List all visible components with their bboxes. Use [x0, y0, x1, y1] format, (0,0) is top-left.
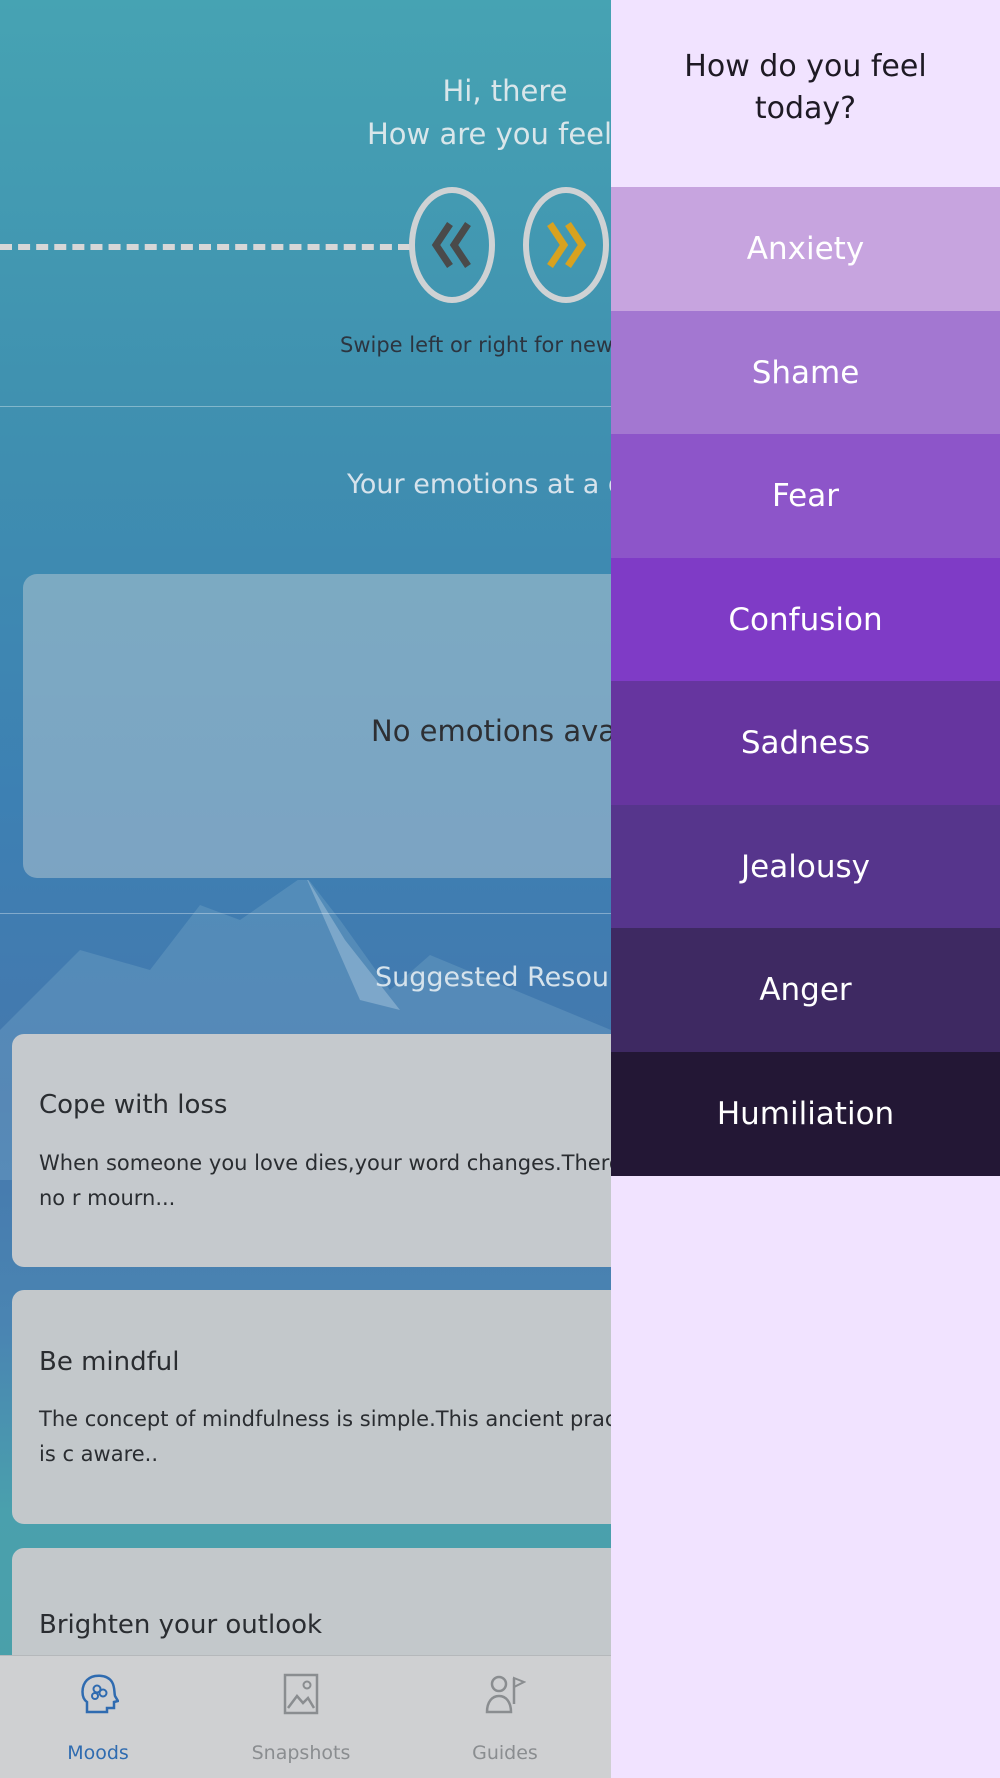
chevrons-left-icon: [431, 222, 471, 268]
previous-snapshot-button[interactable]: [409, 187, 495, 303]
mood-option-anger[interactable]: Anger: [611, 928, 1000, 1052]
nav-label: Moods: [67, 1742, 129, 1764]
mood-option-sadness[interactable]: Sadness: [611, 681, 1000, 805]
greeting-line-2: How are you feelin: [367, 117, 611, 151]
head-brain-icon: [81, 1674, 119, 1714]
mood-picker-title: How do you feel today?: [611, 46, 1000, 130]
mood-picker-title-line-2: today?: [754, 91, 857, 126]
nav-snapshots[interactable]: Snapshots: [241, 1656, 361, 1778]
resource-card-cope-with-loss[interactable]: Cope with loss When someone you love die…: [12, 1034, 611, 1267]
mood-picker-title-line-1: How do you feel: [684, 49, 927, 84]
mood-option-anxiety[interactable]: Anxiety: [611, 187, 1000, 311]
person-flag-icon: [485, 1675, 526, 1714]
resource-card-be-mindful[interactable]: Be mindful The concept of mindfulness is…: [12, 1290, 611, 1524]
resources-section-title: Suggested Resource: [375, 962, 611, 993]
nav-guides[interactable]: Guides: [445, 1656, 565, 1778]
emotions-section-title: Your emotions at a gla: [347, 469, 611, 500]
divider: [0, 406, 611, 407]
image-icon: [283, 1673, 319, 1715]
resource-title: Cope with loss: [39, 1090, 228, 1120]
mood-option-shame[interactable]: Shame: [611, 311, 1000, 435]
resource-title: Be mindful: [39, 1347, 180, 1377]
greeting: Hi, there How are you feelin: [280, 70, 611, 156]
nav-moods[interactable]: Moods: [38, 1656, 158, 1778]
mood-option-fear[interactable]: Fear: [611, 434, 1000, 558]
resource-body: When someone you love dies,your word cha…: [39, 1151, 611, 1210]
mood-picker-panel: How do you feel today? Anxiety Shame Fea…: [611, 0, 1000, 1778]
resource-body: The concept of mindfulness is simple.Thi…: [39, 1407, 611, 1466]
emotions-empty-text: No emotions availab: [371, 714, 611, 748]
greeting-line-1: Hi, there: [442, 74, 568, 108]
next-snapshot-button[interactable]: [523, 187, 609, 303]
resource-title: Brighten your outlook: [39, 1610, 323, 1640]
mood-option-humiliation[interactable]: Humiliation: [611, 1052, 1000, 1176]
divider: [0, 913, 611, 914]
nav-label: Snapshots: [251, 1742, 351, 1764]
nav-label: Guides: [472, 1742, 538, 1764]
swipe-hint: Swipe left or right for new sna: [340, 333, 611, 357]
bottom-navigation: Moods Snapshots Guides: [0, 1655, 611, 1778]
timeline-dashed-line: [0, 244, 410, 250]
mood-option-confusion[interactable]: Confusion: [611, 558, 1000, 682]
chevrons-right-icon: [547, 222, 587, 268]
emotions-card: No emotions availab: [23, 574, 611, 878]
mood-option-jealousy[interactable]: Jealousy: [611, 805, 1000, 929]
home-screen-background: Hi, there How are you feelin Swipe left …: [0, 0, 611, 1778]
